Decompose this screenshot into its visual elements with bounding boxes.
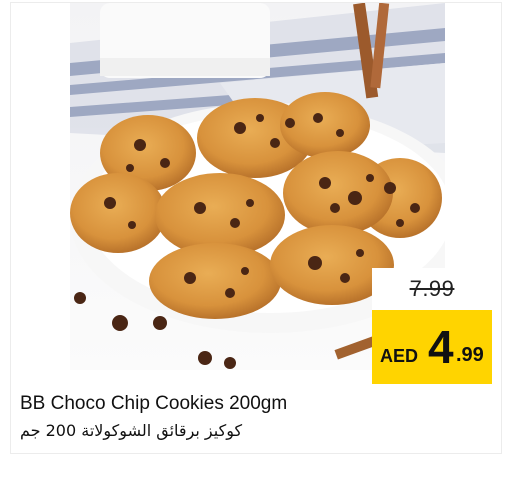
currency-label: AED	[380, 346, 419, 366]
product-title-arabic[interactable]: كوكيز برقائق الشوكولاتة 200 جم	[20, 421, 280, 440]
product-title-english[interactable]: BB Choco Chip Cookies 200gm	[20, 393, 287, 415]
price-badge: 7.99 AED 4 .99	[372, 268, 492, 384]
price-decimal: .99	[456, 344, 484, 366]
new-price-box: AED 4 .99	[372, 310, 492, 384]
old-price: 7.99	[409, 276, 455, 301]
price-integer: 4	[428, 321, 454, 373]
old-price-box: 7.99	[372, 268, 492, 310]
